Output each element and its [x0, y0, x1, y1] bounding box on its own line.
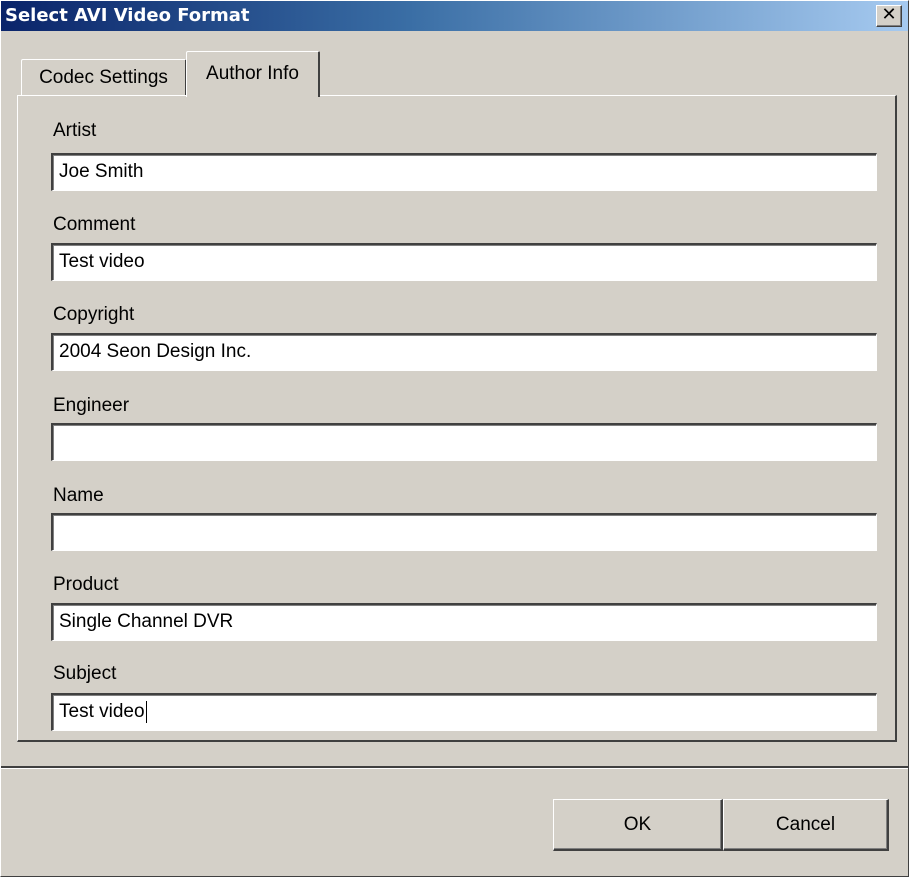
comment-label: Comment — [53, 214, 136, 235]
engineer-field[interactable] — [51, 423, 877, 461]
name-field[interactable] — [51, 513, 877, 551]
comment-field[interactable]: Test video — [51, 243, 877, 281]
product-field-value: Single Channel DVR — [59, 611, 234, 632]
author-info-panel — [17, 95, 897, 742]
title-bar[interactable]: Select AVI Video Format ✕ — [1, 1, 908, 31]
artist-label: Artist — [53, 120, 97, 141]
tab-codec-settings[interactable]: Codec Settings — [21, 59, 187, 95]
product-label: Product — [53, 574, 119, 595]
artist-field[interactable]: Joe Smith — [51, 153, 877, 191]
copyright-field-value: 2004 Seon Design Inc. — [59, 341, 252, 362]
cancel-button[interactable]: Cancel — [723, 799, 889, 851]
subject-field[interactable]: Test video — [51, 693, 877, 731]
tab-author-info[interactable]: Author Info — [186, 51, 320, 97]
ok-button[interactable]: OK — [553, 799, 723, 851]
divider — [1, 766, 908, 769]
close-button[interactable]: ✕ — [876, 5, 902, 27]
ok-button-label: OK — [623, 814, 652, 835]
comment-field-value: Test video — [59, 251, 145, 272]
close-icon: ✕ — [881, 4, 897, 25]
select-avi-video-format-dialog: Select AVI Video Format ✕ Codec Settings… — [0, 0, 909, 877]
tab-label: Author Info — [206, 63, 299, 84]
tab-label: Codec Settings — [39, 67, 168, 88]
subject-label: Subject — [53, 663, 117, 684]
copyright-field[interactable]: 2004 Seon Design Inc. — [51, 333, 877, 371]
product-field[interactable]: Single Channel DVR — [51, 603, 877, 641]
engineer-label: Engineer — [53, 395, 130, 416]
artist-field-value: Joe Smith — [59, 161, 144, 182]
cancel-button-label: Cancel — [775, 814, 836, 835]
name-label: Name — [53, 485, 104, 506]
window-title: Select AVI Video Format — [5, 5, 250, 26]
text-caret — [145, 700, 147, 723]
copyright-label: Copyright — [53, 304, 135, 325]
subject-field-value: Test video — [59, 701, 145, 722]
